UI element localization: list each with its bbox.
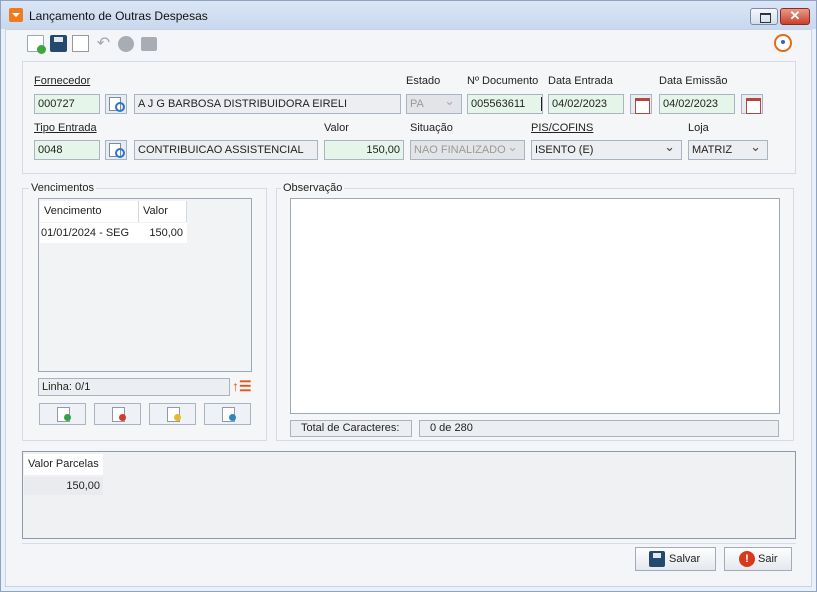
window-title: Lançamento de Outras Despesas xyxy=(29,9,208,23)
estado-select[interactable]: PA xyxy=(406,94,462,114)
pis-cofins-select[interactable]: ISENTO (E) xyxy=(531,140,682,160)
vencimentos-title: Vencimentos xyxy=(29,182,96,194)
save-button[interactable]: Salvar xyxy=(635,547,716,571)
linha-indicator: Linha: 0/1 xyxy=(38,378,230,396)
parcelas-value: 150,00 xyxy=(24,477,103,495)
pis-cofins-label[interactable]: PIS/COFINS xyxy=(531,122,593,134)
note-icon[interactable] xyxy=(141,37,157,51)
copy-icon[interactable] xyxy=(72,35,89,52)
total-caracteres-label: Total de Caracteres: xyxy=(290,420,412,437)
app-icon xyxy=(9,8,23,22)
loja-label: Loja xyxy=(688,122,709,134)
close-button[interactable]: ✕ xyxy=(780,8,810,25)
close-icon: ✕ xyxy=(789,8,801,23)
exit-button-label: Sair xyxy=(758,553,778,565)
loja-select[interactable]: MATRIZ xyxy=(688,140,768,160)
exit-icon: ! xyxy=(739,551,755,567)
tipo-entrada-label[interactable]: Tipo Entrada xyxy=(34,122,97,134)
new-document-icon[interactable] xyxy=(27,35,46,54)
situacao-select[interactable]: NAO FINALIZADO xyxy=(410,140,525,160)
fornecedor-name-field[interactable]: A J G BARBOSA DISTRIBUIDORA EIRELI xyxy=(134,94,401,114)
observacao-textarea[interactable] xyxy=(290,198,780,414)
floppy-icon xyxy=(649,551,665,567)
edit-row-button[interactable] xyxy=(149,403,196,425)
record-icon[interactable] xyxy=(118,36,134,52)
parcelas-panel xyxy=(22,451,796,539)
total-caracteres-value: 0 de 280 xyxy=(419,420,779,437)
fornecedor-label[interactable]: Fornecedor xyxy=(34,75,90,87)
grid-header-vencimento[interactable]: Vencimento xyxy=(40,201,139,222)
data-emissao-field[interactable]: 04/02/2023 xyxy=(659,94,735,114)
sort-icon[interactable]: ↑☰ xyxy=(232,378,252,395)
tipo-entrada-name-field[interactable]: CONTRIBUICAO ASSISTENCIAL xyxy=(134,140,318,160)
undo-icon[interactable]: ↶ xyxy=(95,35,112,52)
valor-field[interactable]: 150,00 xyxy=(324,140,404,160)
power-icon[interactable] xyxy=(774,34,792,52)
delete-row-button[interactable] xyxy=(204,403,251,425)
fornecedor-code-field[interactable]: 000727 xyxy=(34,94,100,114)
add-row-button[interactable] xyxy=(39,403,86,425)
observacao-title: Observação xyxy=(281,182,345,194)
row-vencimento: 01/01/2024 - SEG xyxy=(41,227,130,239)
data-entrada-field[interactable]: 04/02/2023 xyxy=(548,94,624,114)
tipo-entrada-code-field[interactable]: 0048 xyxy=(34,140,100,160)
table-row[interactable]: 01/01/2024 - SEG 150,00 xyxy=(40,223,187,243)
documento-label: Nº Documento xyxy=(467,75,539,87)
save-icon[interactable] xyxy=(50,35,67,52)
data-emissao-label: Data Emissão xyxy=(659,75,728,87)
documento-field[interactable]: 005563611 xyxy=(467,94,543,114)
grid-header-valor[interactable]: Valor xyxy=(139,201,187,222)
exit-button[interactable]: ! Sair xyxy=(724,547,792,571)
valor-label: Valor xyxy=(324,122,349,134)
situacao-label: Situação xyxy=(410,122,453,134)
vencimentos-grid[interactable]: Vencimento Valor 01/01/2024 - SEG 150,00 xyxy=(38,198,252,372)
data-entrada-label: Data Entrada xyxy=(548,75,613,87)
restore-button[interactable] xyxy=(750,8,778,25)
save-button-label: Salvar xyxy=(669,553,701,565)
row-valor: 150,00 xyxy=(149,227,183,239)
estado-label: Estado xyxy=(406,75,441,87)
documento-value: 005563611 xyxy=(471,98,526,110)
footer-divider xyxy=(22,543,796,544)
fornecedor-search-button[interactable] xyxy=(105,94,127,114)
data-entrada-calendar-icon[interactable] xyxy=(630,94,652,114)
parcelas-header: Valor Parcelas xyxy=(24,454,103,475)
data-emissao-calendar-icon[interactable] xyxy=(741,94,763,114)
tipo-entrada-search-button[interactable] xyxy=(105,140,127,160)
main-window: Lançamento de Outras Despesas ✕ ↶ Fornec… xyxy=(0,0,817,592)
remove-row-button[interactable] xyxy=(94,403,141,425)
title-bar[interactable]: Lançamento de Outras Despesas ✕ xyxy=(1,1,816,29)
